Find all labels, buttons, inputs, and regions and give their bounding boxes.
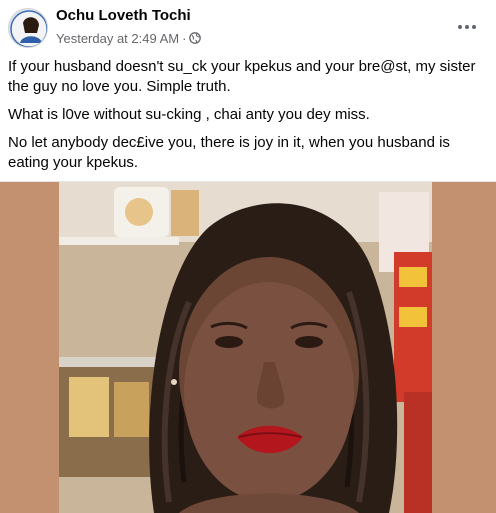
post-paragraph: If your husband doesn't su_ck your kpeku… — [8, 58, 476, 95]
photo-illustration — [59, 182, 432, 513]
post-header: Ochu Loveth Tochi Yesterday at 2:49 AM · — [0, 0, 496, 56]
post-photo[interactable] — [59, 182, 432, 513]
more-options-button[interactable] — [452, 12, 482, 42]
post-text: If your husband doesn't su_ck your kpeku… — [8, 57, 478, 181]
post-paragraph: What is l0ve without su-cking , chai ant… — [8, 106, 370, 123]
post-photo-container[interactable] — [0, 182, 496, 513]
globe-icon[interactable] — [189, 32, 202, 44]
post-paragraph: No let anybody dec£ive you, there is joy… — [8, 134, 450, 171]
facebook-post: Ochu Loveth Tochi Yesterday at 2:49 AM ·… — [0, 0, 496, 513]
post-meta: Yesterday at 2:49 AM · — [56, 29, 202, 47]
author-name[interactable]: Ochu Loveth Tochi — [56, 7, 191, 24]
more-horizontal-icon — [458, 25, 462, 29]
post-timestamp[interactable]: Yesterday at 2:49 AM — [56, 31, 179, 46]
author-avatar[interactable] — [8, 8, 48, 48]
meta-separator: · — [182, 30, 187, 46]
avatar-image — [9, 9, 47, 47]
